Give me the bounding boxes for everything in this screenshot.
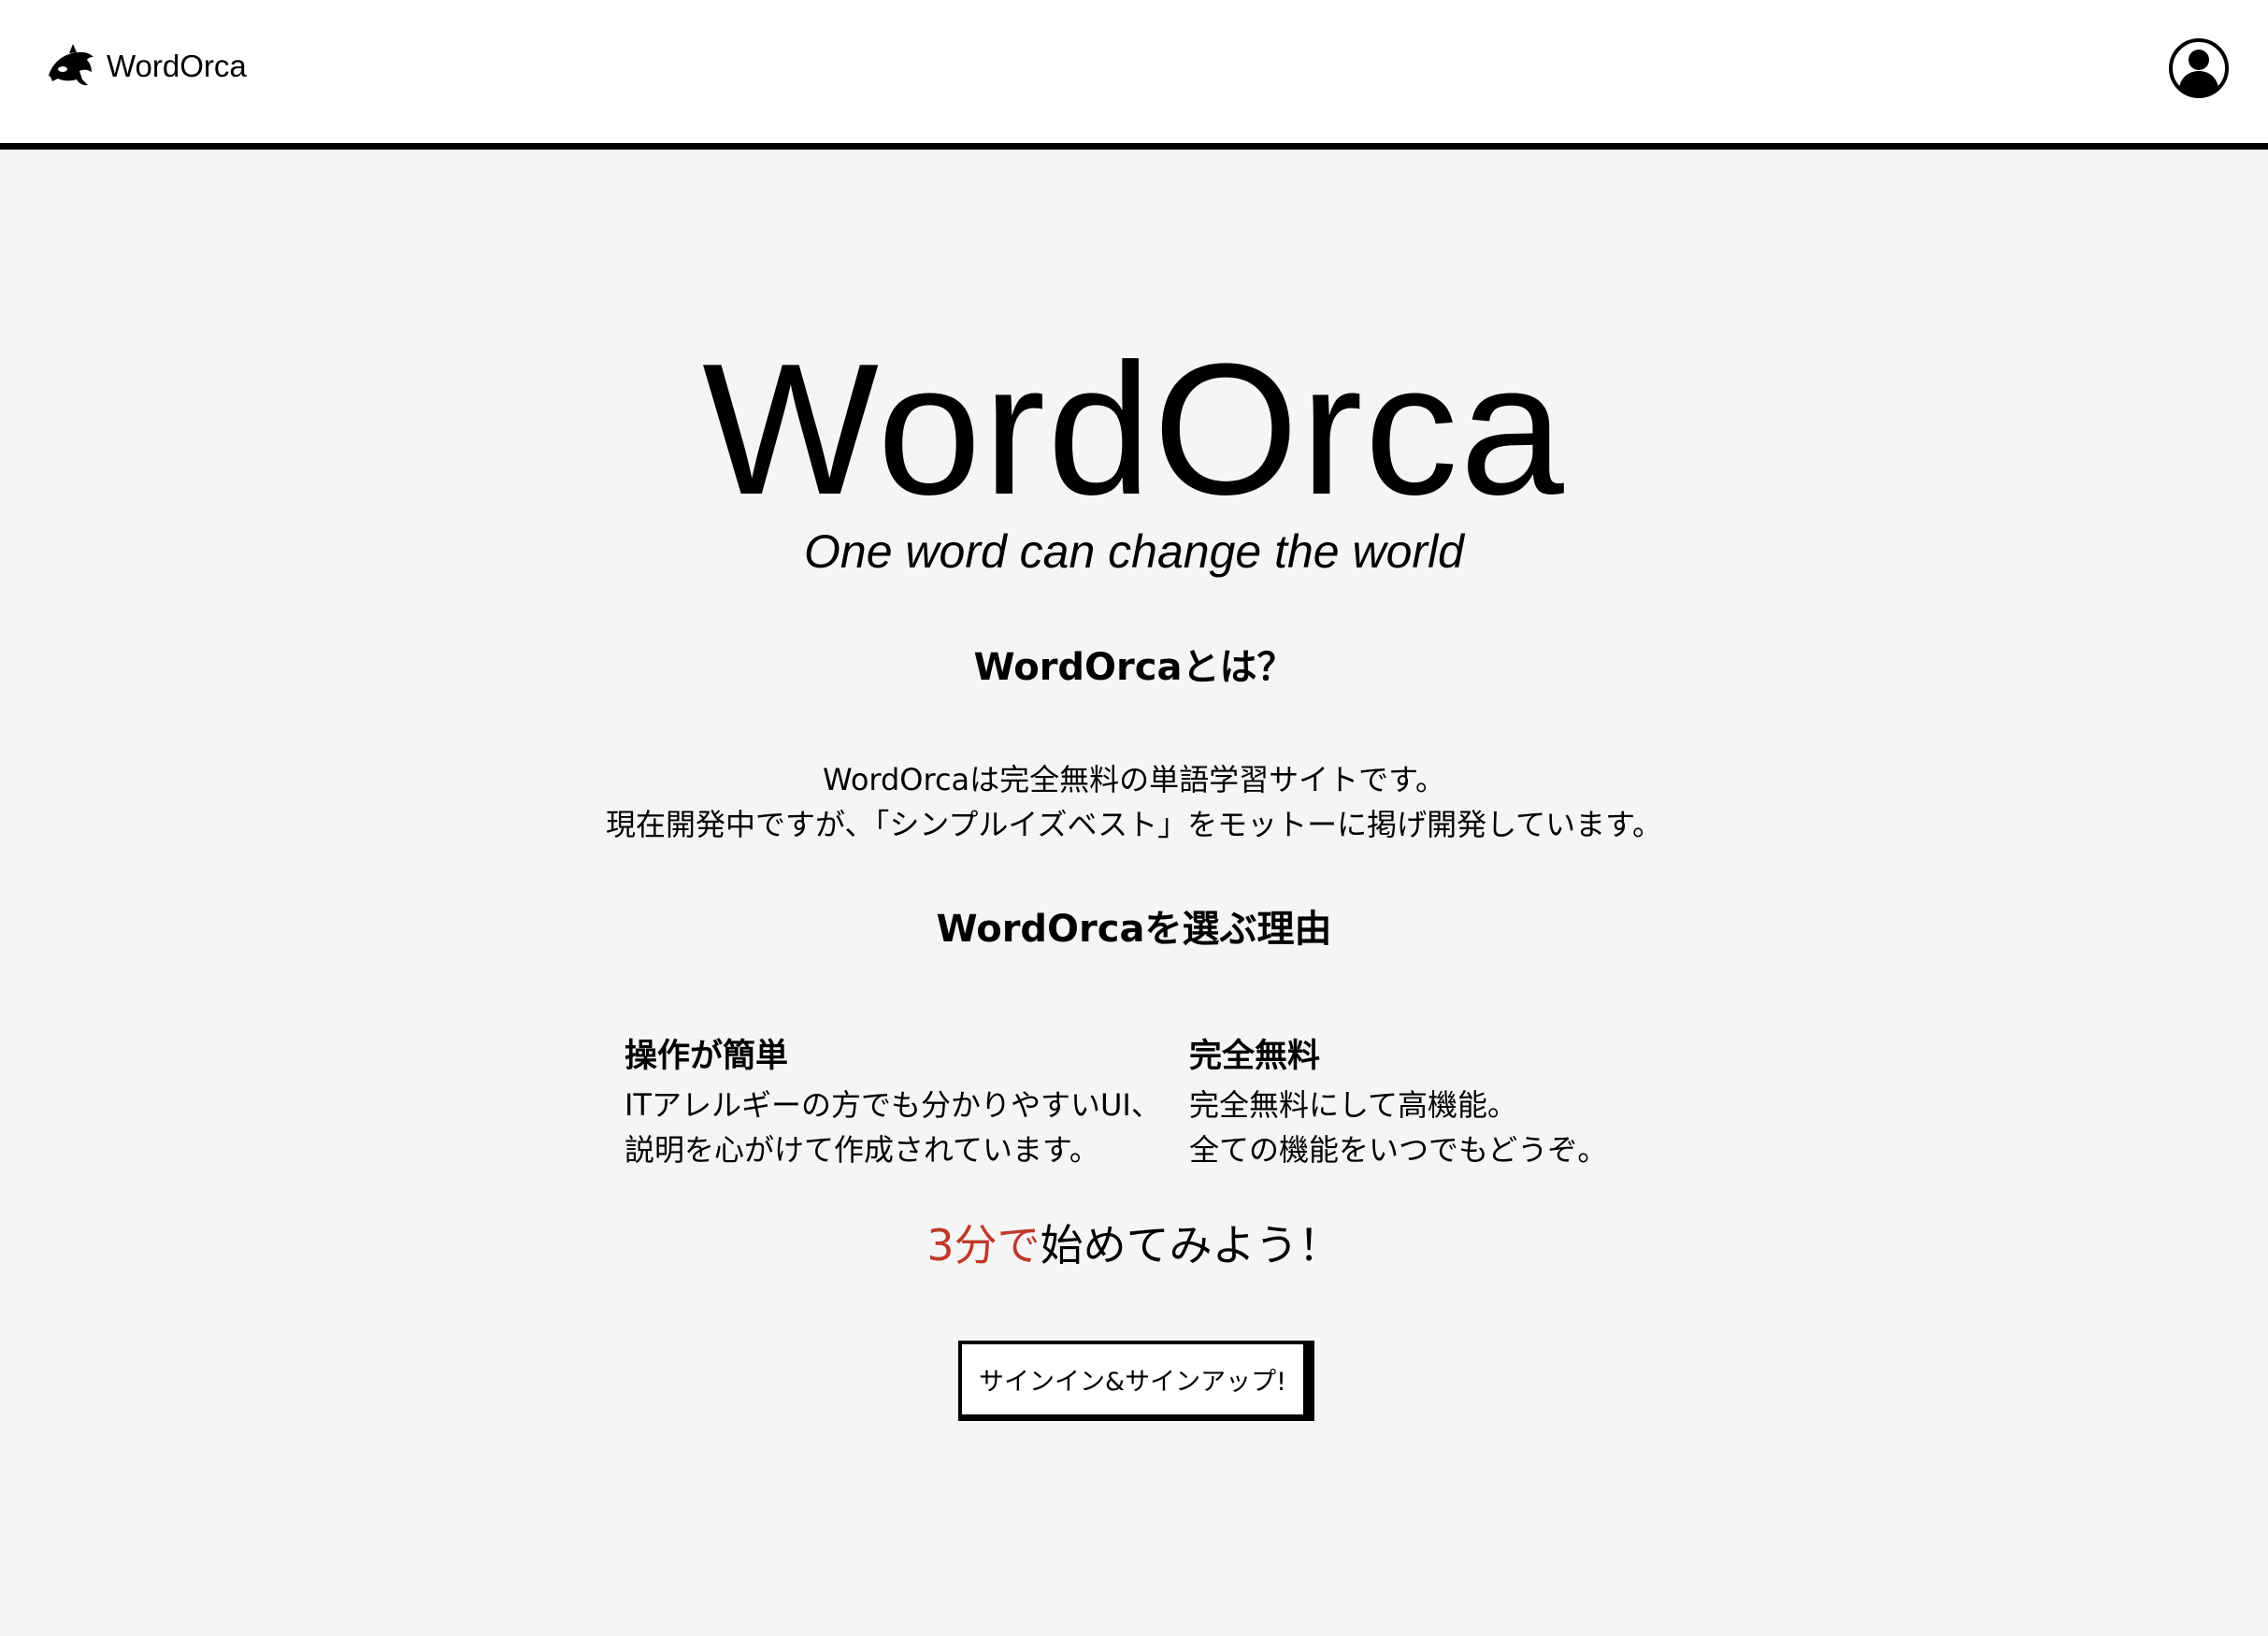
about-line: 現在開発中ですが、「シンプルイズベスト」をモットーに掲げ開発しています。 xyxy=(606,807,1662,842)
user-avatar-icon xyxy=(2168,38,2230,103)
about-description: WordOrcaは完全無料の単語学習サイトです。 現在開発中ですが、「シンプルイ… xyxy=(0,757,2268,847)
orca-icon xyxy=(45,38,99,93)
cta-accent-text: 3分で xyxy=(926,1220,1041,1270)
account-button[interactable] xyxy=(2168,37,2230,99)
about-line: WordOrcaは完全無料の単語学習サイトです。 xyxy=(823,762,1445,797)
hero-tagline: One word can change the world xyxy=(804,525,1464,578)
hero-title: WordOrca xyxy=(702,325,1566,534)
brand-name: WordOrca xyxy=(107,48,247,83)
reason-card: 完全無料 完全無料にして高機能。 全ての機能をいつでもどうぞ。 xyxy=(1189,1036,1750,1172)
about-heading: WordOrcaとは？ xyxy=(973,646,1295,689)
why-heading: WordOrcaを選ぶ理由 xyxy=(936,908,1332,951)
reason-card: 操作が簡単 ITアレルギーの方でも分かりやすいUI、 説明を心がけて作成されてい… xyxy=(624,1036,1185,1172)
reason-description: ITアレルギーの方でも分かりやすいUI、 説明を心がけて作成されています。 xyxy=(624,1083,1185,1172)
reason-description: 完全無料にして高機能。 全ての機能をいつでもどうぞ。 xyxy=(1189,1083,1750,1172)
reason-line: 全ての機能をいつでもどうぞ。 xyxy=(1189,1131,1608,1168)
reason-title: 操作が簡単 xyxy=(624,1038,789,1075)
reason-line: 完全無料にして高機能。 xyxy=(1189,1086,1518,1123)
cta-text: 始めてみよう！ xyxy=(1040,1220,1342,1270)
reason-line: ITアレルギーの方でも分かりやすいUI、 xyxy=(624,1086,1161,1123)
main-content: WordOrca One word can change the world W… xyxy=(0,150,2268,1636)
reason-line: 説明を心がけて作成されています。 xyxy=(624,1131,1099,1168)
top-nav-bar: WordOrca xyxy=(0,0,2268,150)
signin-signup-button[interactable]: サインイン&サインアップ! xyxy=(958,1341,1314,1421)
cta-message: 3分で始めてみよう！ xyxy=(0,1220,2268,1271)
reason-title: 完全無料 xyxy=(1189,1038,1321,1075)
brand-home-link[interactable]: WordOrca xyxy=(45,37,247,93)
